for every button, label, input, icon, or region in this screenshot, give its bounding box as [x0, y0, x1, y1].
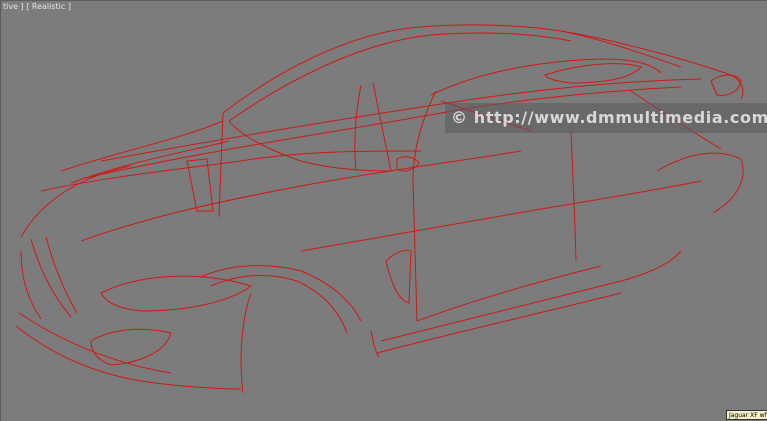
wire-mirror [396, 156, 420, 172]
wire-side-vent [385, 249, 412, 304]
wire-rear-arch [656, 152, 744, 214]
watermark: © http://www.dmmultimedia.com [445, 103, 767, 133]
wire-tail-light [544, 63, 642, 84]
wire-hood-front [20, 165, 132, 238]
wire-windshield [218, 112, 392, 218]
wire-bumper [15, 325, 242, 390]
viewport[interactable]: tive ] [ Realistic ] © http://www.dmmult… [0, 0, 767, 421]
wire-b-pillar [412, 90, 437, 182]
wire-hood-crease [40, 150, 422, 192]
wire-sill-lower [376, 292, 622, 354]
wire-bumper-lower [18, 312, 172, 374]
wire-roof [222, 24, 682, 114]
wire-fender-vent [186, 158, 214, 212]
object-name-tooltip: Jaguar XF wfr [726, 410, 767, 420]
wire-grille [20, 236, 78, 320]
wire-headlight [100, 275, 253, 312]
wire-front-arch [200, 265, 362, 394]
wire-belt-line [80, 86, 682, 180]
wire-door-front [412, 180, 602, 322]
wire-door-rear [570, 130, 577, 262]
wire-side-crease [300, 180, 702, 252]
wire-sill [380, 250, 682, 342]
wire-fog-lamp [90, 328, 172, 366]
car-wireframe[interactable] [1, 1, 767, 421]
